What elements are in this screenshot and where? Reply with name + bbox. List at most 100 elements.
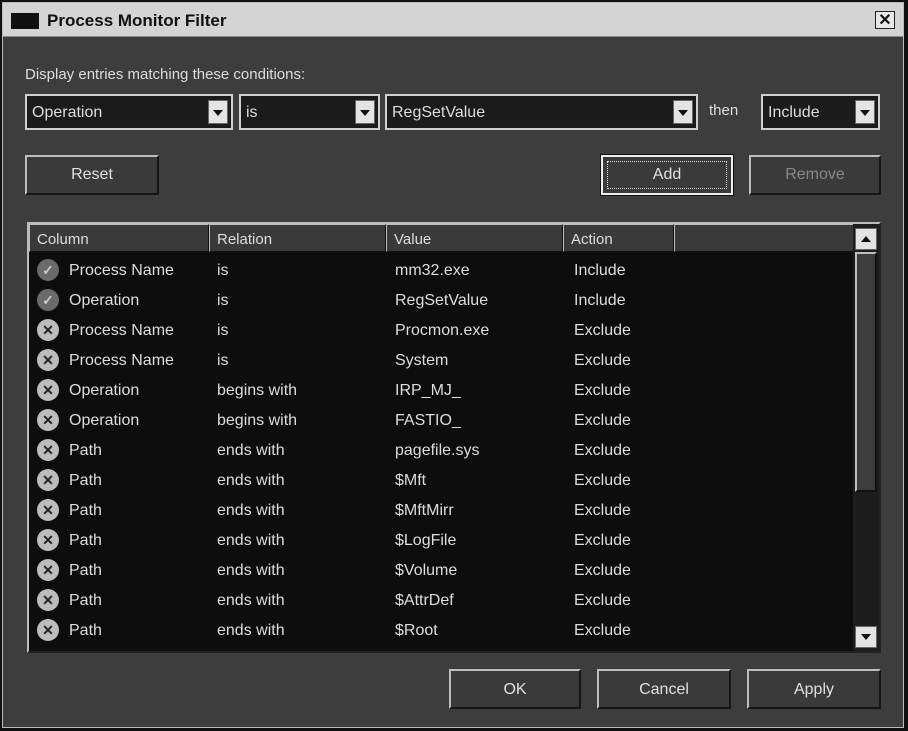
add-button[interactable]: Add	[600, 154, 734, 196]
vertical-scrollbar[interactable]	[853, 224, 879, 651]
cell-value: $Mft	[395, 472, 427, 489]
table-row[interactable]: ✕ Operation begins with FASTIO_ Exclude	[29, 406, 855, 436]
x-circle-icon[interactable]: ✕	[37, 439, 59, 461]
cell-column: Process Name	[69, 262, 174, 279]
cancel-button-label: Cancel	[639, 681, 689, 698]
cell-action: Exclude	[574, 322, 631, 339]
ok-button-label: OK	[503, 681, 527, 698]
action-select[interactable]: Include	[761, 94, 880, 130]
cell-value: $AttrDef	[395, 592, 454, 609]
cell-action: Exclude	[574, 502, 631, 519]
table-row[interactable]: ✓ Operation is RegSetValue Include	[29, 286, 855, 316]
cell-column: Path	[69, 502, 102, 519]
x-circle-icon[interactable]: ✕	[37, 469, 59, 491]
checkmark-icon[interactable]: ✓	[37, 289, 59, 311]
table-row[interactable]: ✕ Operation begins with IRP_MJ_ Exclude	[29, 376, 855, 406]
cell-column: Path	[69, 562, 102, 579]
x-circle-icon[interactable]: ✕	[37, 559, 59, 581]
cell-action: Exclude	[574, 622, 631, 639]
table-row[interactable]: ✕ Path ends with $AttrDef Exclude	[29, 586, 855, 616]
close-button[interactable]: ✕	[875, 11, 895, 29]
cell-value: FASTIO_	[395, 412, 461, 429]
chevron-down-icon[interactable]	[208, 100, 228, 124]
cell-column: Path	[69, 622, 102, 639]
checkmark-icon[interactable]: ✓	[37, 259, 59, 281]
focus-rectangle	[607, 161, 727, 189]
cell-column: Operation	[69, 382, 140, 399]
cell-relation: ends with	[217, 562, 285, 579]
table-row[interactable]: ✓ Process Name is mm32.exe Include	[29, 256, 855, 286]
value-combo[interactable]: RegSetValue	[385, 94, 698, 130]
table-row[interactable]: ✕ Path ends with $MftMirr Exclude	[29, 496, 855, 526]
cell-value: pagefile.sys	[395, 442, 480, 459]
cell-relation: is	[217, 322, 229, 339]
x-circle-icon[interactable]: ✕	[37, 619, 59, 641]
cancel-button[interactable]: Cancel	[597, 669, 731, 709]
cell-value: $LogFile	[395, 532, 457, 549]
cell-value: Procmon.exe	[395, 322, 490, 339]
cell-relation: begins with	[217, 412, 298, 429]
apply-button-label: Apply	[793, 681, 835, 698]
filter-dialog: Process Monitor Filter ✕ Display entries…	[2, 2, 904, 728]
table-row[interactable]: ✕ Path ends with $LogFile Exclude	[29, 526, 855, 556]
cell-value: $Volume	[395, 562, 458, 579]
chevron-down-icon[interactable]	[673, 100, 693, 124]
table-row[interactable]: ✕ Process Name is System Exclude	[29, 346, 855, 376]
action-select-value: Include	[768, 104, 820, 121]
cell-relation: ends with	[217, 502, 285, 519]
header-value[interactable]: Value	[386, 224, 563, 252]
cell-relation: ends with	[217, 532, 285, 549]
filter-list[interactable]: Column Relation Value Action ✓ Process Na…	[27, 222, 881, 653]
x-circle-icon[interactable]: ✕	[37, 409, 59, 431]
scroll-down-button[interactable]	[855, 626, 877, 648]
x-circle-icon[interactable]: ✕	[37, 529, 59, 551]
cell-relation: ends with	[217, 442, 285, 459]
then-label: then	[709, 102, 739, 119]
window-icon	[11, 13, 39, 29]
title-bar[interactable]: Process Monitor Filter ✕	[3, 3, 903, 37]
relation-select[interactable]: is	[239, 94, 380, 130]
conditions-prompt: Display entries matching these condition…	[25, 66, 306, 83]
header-relation[interactable]: Relation	[209, 224, 386, 252]
cell-action: Exclude	[574, 412, 631, 429]
chevron-down-icon[interactable]	[855, 100, 875, 124]
cell-column: Path	[69, 532, 102, 549]
reset-button[interactable]: Reset	[25, 155, 159, 195]
x-circle-icon[interactable]: ✕	[37, 319, 59, 341]
chevron-down-icon[interactable]	[355, 100, 375, 124]
table-row[interactable]: ✕ Path ends with $Volume Exclude	[29, 556, 855, 586]
cell-relation: ends with	[217, 592, 285, 609]
cell-value: IRP_MJ_	[395, 382, 461, 399]
remove-button[interactable]: Remove	[749, 155, 881, 195]
header-column[interactable]: Column	[29, 224, 209, 252]
cell-relation: is	[217, 292, 229, 309]
cell-value: RegSetValue	[395, 292, 489, 309]
table-row[interactable]: ✕ Path ends with $Mft Exclude	[29, 466, 855, 496]
list-header: Column Relation Value Action	[29, 224, 855, 252]
cell-value: System	[395, 352, 449, 369]
column-select[interactable]: Operation	[25, 94, 233, 130]
value-combo-value: RegSetValue	[392, 104, 486, 121]
table-row[interactable]: ✕ Path ends with pagefile.sys Exclude	[29, 436, 855, 466]
relation-select-value: is	[246, 104, 258, 121]
cell-column: Process Name	[69, 322, 174, 339]
cell-relation: is	[217, 262, 229, 279]
cell-action: Exclude	[574, 382, 631, 399]
ok-button[interactable]: OK	[449, 669, 581, 709]
cell-column: Process Name	[69, 352, 174, 369]
table-row[interactable]: ✕ Path ends with $Root Exclude	[29, 616, 855, 646]
apply-button[interactable]: Apply	[747, 669, 881, 709]
cell-relation: is	[217, 352, 229, 369]
x-circle-icon[interactable]: ✕	[37, 349, 59, 371]
header-action[interactable]: Action	[563, 224, 674, 252]
x-circle-icon[interactable]: ✕	[37, 499, 59, 521]
table-row[interactable]: ✕ Process Name is Procmon.exe Exclude	[29, 316, 855, 346]
scroll-thumb[interactable]	[855, 252, 877, 492]
cell-relation: ends with	[217, 622, 285, 639]
x-circle-icon[interactable]: ✕	[37, 379, 59, 401]
cell-action: Include	[574, 292, 626, 309]
scroll-up-button[interactable]	[855, 228, 877, 250]
x-circle-icon[interactable]: ✕	[37, 589, 59, 611]
cell-column: Operation	[69, 412, 140, 429]
cell-value: $MftMirr	[395, 502, 454, 519]
